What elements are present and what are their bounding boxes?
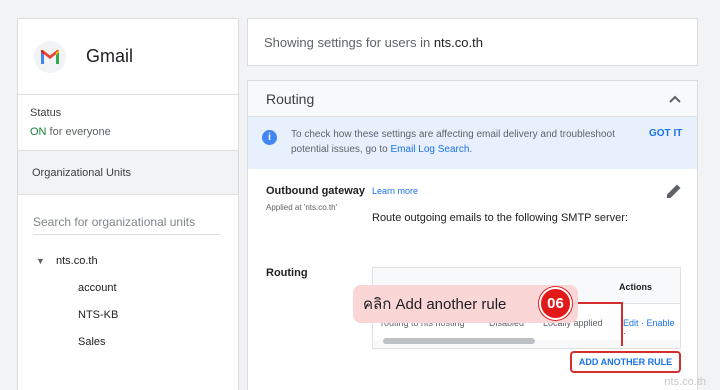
routing-label: Routing bbox=[266, 267, 308, 279]
app-header: Gmail bbox=[18, 19, 238, 95]
app-name: Gmail bbox=[86, 46, 134, 66]
gateway-description: Route outgoing emails to the following S… bbox=[372, 212, 628, 224]
page-scrollbar[interactable] bbox=[712, 0, 720, 390]
edit-pencil-icon[interactable] bbox=[665, 182, 683, 200]
status-label: Status bbox=[30, 107, 62, 119]
info-icon: i bbox=[262, 130, 277, 145]
info-banner: i To check how these settings are affect… bbox=[248, 117, 697, 169]
tree-item-label: nts.co.th bbox=[56, 254, 98, 267]
got-it-button[interactable]: GOT IT bbox=[649, 128, 682, 139]
tree-item-root[interactable]: ▼ nts.co.th bbox=[18, 247, 238, 274]
learn-more-link[interactable]: Learn more bbox=[372, 186, 418, 196]
callout-connector bbox=[575, 302, 623, 346]
gmail-logo-icon bbox=[34, 40, 66, 73]
add-another-rule-button[interactable]: ADD ANOTHER RULE bbox=[570, 351, 681, 373]
chevron-up-icon[interactable] bbox=[669, 92, 681, 106]
tree-item-nts-kb[interactable]: NTS-KB bbox=[18, 301, 238, 328]
gateway-applied-at: Applied at 'nts.co.th' bbox=[266, 203, 338, 212]
scope-prefix: Showing settings for users in bbox=[264, 34, 431, 50]
status-suffix: for everyone bbox=[46, 126, 111, 138]
tree-item-account[interactable]: account bbox=[18, 274, 238, 301]
caret-down-icon[interactable]: ▼ bbox=[36, 256, 56, 266]
panel-title: Routing bbox=[266, 90, 315, 107]
org-units-tree: ▼ nts.co.th account NTS-KB Sales bbox=[18, 247, 238, 355]
step-number-badge: 06 bbox=[539, 287, 572, 320]
rule-actions[interactable]: Edit · Enable · bbox=[623, 318, 680, 338]
email-log-search-link[interactable]: Email Log Search bbox=[391, 144, 470, 155]
settings-scope-bar: Showing settings for users in nts.co.th bbox=[247, 18, 698, 66]
status-value: ON for everyone bbox=[30, 126, 226, 138]
tree-item-sales[interactable]: Sales bbox=[18, 328, 238, 355]
status-section: Status ON for everyone bbox=[18, 95, 238, 151]
watermark: nts.co.th bbox=[664, 376, 706, 388]
org-units-header: Organizational Units bbox=[18, 151, 238, 195]
status-on: ON bbox=[30, 126, 47, 138]
info-period: . bbox=[469, 144, 473, 155]
scope-domain: nts.co.th bbox=[433, 34, 483, 50]
table-scrollbar[interactable] bbox=[383, 338, 535, 344]
actions-header: Actions bbox=[618, 282, 652, 292]
left-panel: Gmail Status ON for everyone Organizatio… bbox=[17, 18, 239, 390]
routing-panel-header[interactable]: Routing bbox=[248, 81, 697, 117]
info-text: To check how these settings are affectin… bbox=[291, 127, 641, 157]
routing-panel: Routing i To check how these settings ar… bbox=[247, 80, 698, 390]
org-units-search-input[interactable]: Search for organizational units bbox=[33, 211, 220, 235]
gateway-title: Outbound gateway bbox=[266, 185, 365, 197]
outbound-gateway-section: Outbound gateway Applied at 'nts.co.th' bbox=[266, 185, 365, 212]
